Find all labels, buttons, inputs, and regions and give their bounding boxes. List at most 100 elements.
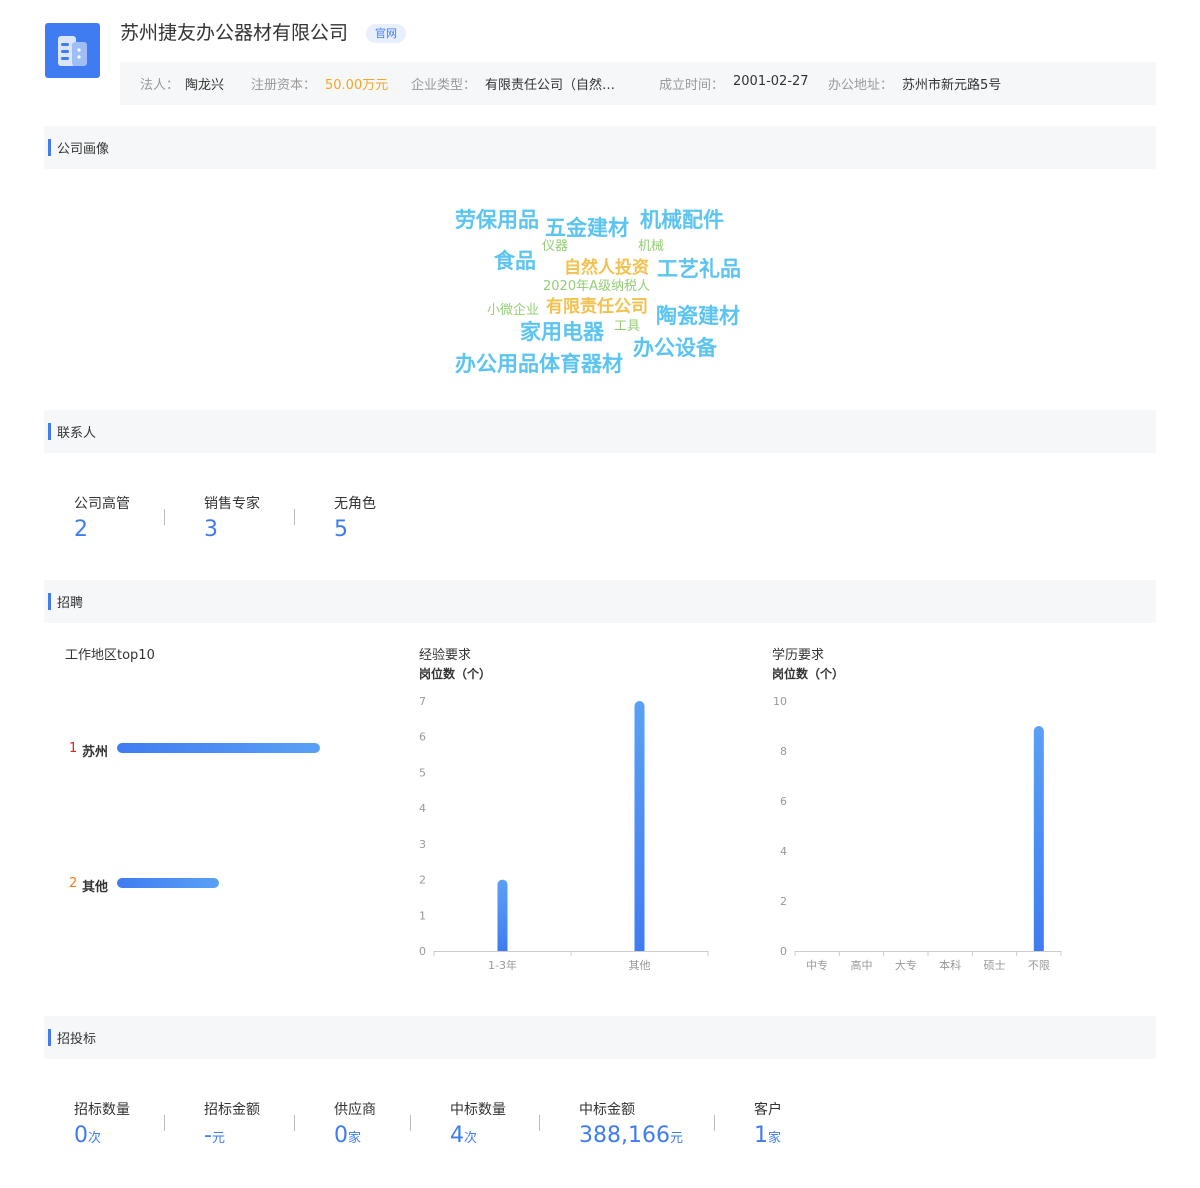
stat-label: 中标金额 (579, 1102, 635, 1118)
region-rank: 2 (69, 876, 78, 891)
section-bidding-header: 招投标 (44, 1016, 1156, 1059)
y-tick-label: 3 (419, 838, 426, 851)
stat-value: 3 (204, 517, 218, 542)
stat-number: 388,166 (579, 1123, 670, 1148)
stat-value: 0次 (74, 1125, 130, 1147)
x-tick-label: 其他 (629, 959, 651, 972)
founded-label: 成立时间： (659, 78, 725, 93)
capital-label: 注册资本： (251, 78, 317, 93)
cloud-word: 陶瓷建材 (656, 304, 740, 328)
stat-unit: 元 (669, 1131, 683, 1146)
y-tick-label: 2 (419, 874, 426, 887)
word-cloud: 劳保用品 五金建材 机械配件 仪器 机械 食品 自然人投资 工艺礼品 2020年… (0, 0, 1200, 400)
legal-person-value[interactable]: 陶龙兴 (185, 74, 224, 93)
stat-value: 1家 (754, 1125, 782, 1147)
divider (294, 509, 295, 525)
region-rank: 1 (69, 741, 78, 756)
bid-stat-tender-count[interactable]: 招标数量 0次 (74, 1099, 130, 1147)
contact-stat-norole[interactable]: 无角色 5 (334, 493, 376, 541)
y-tick-label: 5 (419, 766, 426, 779)
cloud-word: 工艺礼品 (657, 257, 741, 281)
exp-chart-ylabel: 岗位数（个） (419, 667, 492, 681)
company-type-label: 企业类型： (411, 78, 477, 93)
divider (294, 1115, 295, 1131)
y-tick-label: 6 (780, 795, 787, 808)
divider (164, 1115, 165, 1131)
capital-value: 50.00万元 (325, 78, 389, 93)
y-tick-label: 0 (419, 945, 426, 958)
y-tick-label: 2 (780, 895, 787, 908)
y-tick-label: 8 (780, 745, 787, 758)
divider (539, 1115, 540, 1131)
stat-label: 中标数量 (450, 1102, 506, 1118)
bar-base (634, 946, 645, 951)
stat-label: 供应商 (334, 1102, 376, 1118)
stat-label: 公司高管 (74, 496, 130, 512)
company-info-bar: 法人： 陶龙兴 注册资本： 50.00万元 企业类型： 有限责任公司（自然… 成… (120, 62, 1156, 105)
stat-value: -元 (204, 1125, 260, 1147)
divider (164, 509, 165, 525)
section-accent-bar (48, 423, 51, 440)
section-accent-bar (48, 1029, 51, 1046)
region-name: 苏州 (82, 745, 109, 760)
section-accent-bar (48, 593, 51, 610)
section-title: 联系人 (57, 426, 97, 441)
stat-unit: 家 (348, 1131, 362, 1146)
bid-stat-win-amount[interactable]: 中标金额 388,166元 (579, 1099, 683, 1147)
y-tick-label: 4 (780, 845, 787, 858)
contact-stat-sales[interactable]: 销售专家 3 (204, 493, 260, 541)
bar (1033, 726, 1044, 951)
stat-value: 4次 (450, 1125, 506, 1147)
region-name: 其他 (82, 880, 109, 895)
bid-stat-customers[interactable]: 客户 1家 (754, 1099, 782, 1147)
cloud-word: 自然人投资 (564, 258, 649, 278)
company-type-value: 有限责任公司（自然… (485, 78, 616, 93)
section-title: 招投标 (57, 1032, 97, 1047)
x-tick-label: 高中 (851, 958, 873, 972)
y-tick-label: 0 (780, 945, 787, 958)
region-bar (117, 878, 219, 888)
region-chart-title: 工作地区top10 (65, 648, 155, 663)
cloud-word: 工具 (614, 319, 641, 334)
bid-stat-tender-amount[interactable]: 招标金额 -元 (204, 1099, 260, 1147)
edu-chart-ylabel: 岗位数（个） (772, 667, 845, 681)
cloud-word: 五金建材 (545, 216, 629, 240)
address-label: 办公地址： (828, 78, 894, 93)
bid-stat-win-count[interactable]: 中标数量 4次 (450, 1099, 506, 1147)
y-tick-label: 1 (419, 909, 426, 922)
official-site-link[interactable]: 官网 (366, 24, 406, 43)
address-value: 苏州市新元路5号 (902, 78, 1002, 93)
edu-chart-title: 学历要求 (772, 648, 825, 663)
experience-bar-chart: 0 1 2 3 4 5 6 7 1-3年 其他 (419, 695, 709, 972)
cloud-word: 小微企业 (487, 303, 540, 318)
x-tick-label: 不限 (1028, 959, 1050, 972)
stat-label: 销售专家 (204, 496, 260, 512)
stat-label: 客户 (754, 1102, 782, 1118)
stat-number: 1 (754, 1123, 768, 1148)
legal-person-label: 法人： (140, 78, 180, 93)
bid-stat-suppliers[interactable]: 供应商 0家 (334, 1099, 376, 1147)
cloud-word: 2020年A级纳税人 (543, 279, 650, 294)
stat-label: 招标数量 (74, 1102, 130, 1118)
building-icon (58, 36, 87, 66)
company-logo (45, 23, 100, 78)
education-bar-chart: 0 2 4 6 8 10 中专 高中 大专 本科 硕士 不限 (773, 695, 1062, 972)
section-accent-bar (48, 139, 51, 156)
x-tick-label: 大专 (895, 958, 917, 972)
cloud-word: 办公设备 (633, 336, 717, 360)
section-recruit-header: 招聘 (44, 580, 1156, 623)
section-title: 公司画像 (57, 142, 110, 157)
divider (714, 1115, 715, 1131)
x-tick-label: 硕士 (984, 959, 1006, 972)
section-portrait-header: 公司画像 (44, 126, 1156, 169)
contact-stat-executives[interactable]: 公司高管 2 (74, 493, 130, 541)
stat-value: 388,166元 (579, 1125, 683, 1147)
region-bar (117, 743, 320, 753)
stat-unit: 次 (464, 1131, 478, 1146)
cloud-word: 机械 (638, 239, 665, 254)
founded-value: 2001-02-27 (733, 74, 809, 89)
y-tick-label: 10 (773, 695, 787, 708)
bar (497, 879, 508, 951)
stat-unit: 次 (88, 1131, 102, 1146)
y-tick-label: 7 (419, 695, 426, 708)
